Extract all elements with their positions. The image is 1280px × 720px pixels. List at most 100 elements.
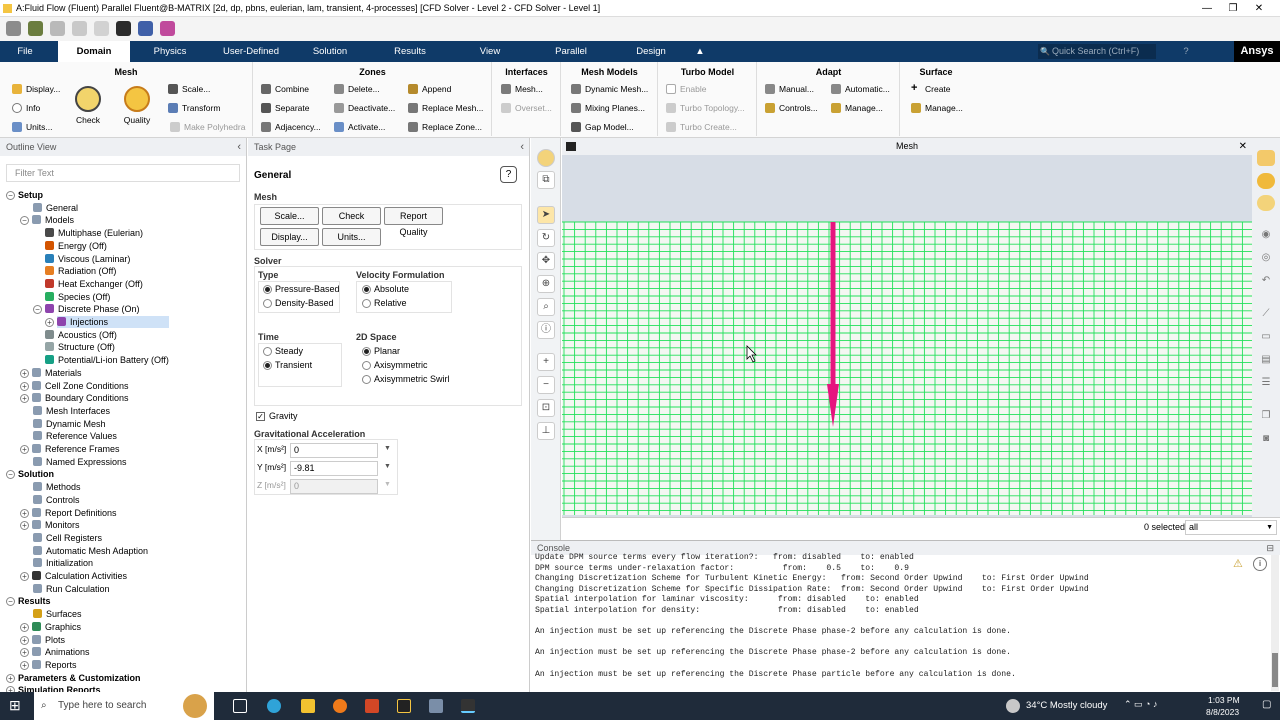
firefox-icon[interactable] xyxy=(333,699,347,713)
axisymmetric-swirl-radio[interactable]: Axisymmetric Swirl xyxy=(360,373,450,385)
collapse-task-icon[interactable]: ‹ xyxy=(520,138,524,156)
tree-expander-icon[interactable]: − xyxy=(6,191,15,200)
tree-node[interactable]: Acoustics (Off) xyxy=(45,329,117,341)
tree-expander-icon[interactable]: + xyxy=(20,445,29,454)
console-scrollbar[interactable] xyxy=(1271,555,1279,691)
make-polyhedra-button[interactable]: Make Polyhedra xyxy=(170,120,245,134)
tree-node[interactable]: Graphics xyxy=(32,621,81,633)
tree-node[interactable]: Viscous (Laminar) xyxy=(45,253,130,265)
chart-icon[interactable] xyxy=(138,21,153,36)
copy-icon[interactable]: ⧉ xyxy=(537,171,555,189)
tree-node[interactable]: Controls xyxy=(33,494,80,506)
tree-expander-icon[interactable]: + xyxy=(20,660,29,670)
x-gravity-input[interactable]: 0 xyxy=(290,443,378,458)
tree-node[interactable]: Report Definitions xyxy=(32,507,117,519)
density-based-radio[interactable]: Density-Based xyxy=(261,297,334,309)
tree-expander-icon[interactable]: − xyxy=(33,305,42,315)
manual-adapt-button[interactable]: Manual... xyxy=(765,82,814,96)
file-explorer-icon[interactable] xyxy=(301,699,315,713)
zoom-icon[interactable]: ⊕ xyxy=(537,275,555,293)
z-gravity-dropdown[interactable]: ▼ xyxy=(384,481,391,488)
tree-node[interactable]: Reference Values xyxy=(33,430,117,442)
tree-node[interactable]: Multiphase (Eulerian) xyxy=(45,227,143,239)
view-icon[interactable]: ◎ xyxy=(1257,250,1275,266)
transient-radio[interactable]: Transient xyxy=(261,359,312,371)
tab-design[interactable]: Design xyxy=(620,41,682,62)
tab-file[interactable]: File xyxy=(6,41,44,62)
display-button[interactable]: Display... xyxy=(12,82,60,96)
tab-view[interactable]: View xyxy=(462,41,518,62)
x-gravity-dropdown[interactable]: ▼ xyxy=(384,445,391,452)
gap-model-button[interactable]: Gap Model... xyxy=(571,120,634,134)
collapse-ribbon-icon[interactable]: ▲ xyxy=(692,41,708,62)
close-graphics-icon[interactable]: ✕ xyxy=(1239,138,1247,155)
dynamic-mesh-button[interactable]: Dynamic Mesh... xyxy=(571,82,648,96)
tree-node[interactable]: Radiation (Off) xyxy=(45,265,116,277)
cloud-icon[interactable] xyxy=(1257,173,1275,189)
adjacency-button[interactable]: Adjacency... xyxy=(261,120,321,134)
tree-expander-icon[interactable]: + xyxy=(45,318,54,327)
tree-node[interactable]: Setup xyxy=(18,189,43,201)
selection-filter-select[interactable]: all ▼ xyxy=(1185,520,1277,535)
workbench-icon[interactable] xyxy=(116,21,131,36)
cat-widget-icon[interactable] xyxy=(183,694,207,718)
tree-node[interactable]: Potential/Li-ion Battery (Off) xyxy=(45,354,169,366)
surface-manage-button[interactable]: Manage... xyxy=(911,101,963,115)
record-view-icon[interactable]: ◙ xyxy=(1257,431,1275,447)
tree-node[interactable]: Calculation Activities xyxy=(32,570,127,582)
copy-view-icon[interactable]: ❐ xyxy=(1257,408,1275,424)
overset-button[interactable]: Overset... xyxy=(501,101,552,115)
y-gravity-input[interactable]: -9.81 xyxy=(290,461,378,476)
tree-node[interactable]: Reports xyxy=(32,659,77,671)
axisymmetric-radio[interactable]: Axisymmetric xyxy=(360,359,428,371)
tree-expander-icon[interactable]: + xyxy=(20,381,29,391)
powerpoint-icon[interactable] xyxy=(365,699,379,713)
tab-physics[interactable]: Physics xyxy=(140,41,200,62)
tree-node[interactable]: Energy (Off) xyxy=(45,240,107,252)
warning-icon[interactable]: ⚠ xyxy=(1233,557,1249,571)
z-gravity-input[interactable]: 0 xyxy=(290,479,378,494)
windows-start-icon[interactable]: ⊞ xyxy=(9,697,21,714)
report-quality-button[interactable]: Report Quality xyxy=(384,207,443,237)
replace-zone-button[interactable]: Replace Zone... xyxy=(408,120,482,134)
interface-mesh-button[interactable]: Mesh... xyxy=(501,82,543,96)
record-icon[interactable] xyxy=(94,21,109,36)
units-task-button[interactable]: Units... xyxy=(322,228,381,246)
restore-button[interactable]: ❐ xyxy=(1220,0,1246,16)
tree-node[interactable]: Models xyxy=(32,214,74,226)
pan-icon[interactable]: ✥ xyxy=(537,252,555,270)
turbo-enable-checkbox[interactable]: Enable xyxy=(666,82,706,96)
quality-button[interactable]: Quality xyxy=(118,86,156,125)
help-icon[interactable]: ? xyxy=(1178,41,1194,62)
legend-icon[interactable]: ☰ xyxy=(1257,375,1275,391)
console-menu-icon[interactable]: ⊟ xyxy=(1266,541,1274,555)
quick-search-input[interactable]: Quick Search (Ctrl+F) xyxy=(1038,44,1156,59)
tree-node[interactable]: Named Expressions xyxy=(33,456,127,468)
steady-radio[interactable]: Steady xyxy=(261,345,303,357)
tree-node[interactable]: Surfaces xyxy=(33,608,82,620)
select-pointer-icon[interactable]: ➤ xyxy=(537,206,555,224)
adapt-manage-button[interactable]: Manage... xyxy=(831,101,883,115)
tab-user-defined[interactable]: User-Defined xyxy=(212,41,290,62)
tree-expander-icon[interactable]: − xyxy=(6,597,15,607)
tree-node[interactable]: Initialization xyxy=(33,557,93,569)
scale-task-button[interactable]: Scale... xyxy=(260,207,319,225)
plot-icon[interactable]: ⟋ xyxy=(1257,306,1275,322)
gear-icon[interactable] xyxy=(6,21,21,36)
tab-parallel[interactable]: Parallel xyxy=(540,41,602,62)
separate-button[interactable]: Separate xyxy=(261,101,310,115)
tree-node[interactable]: Species (Off) xyxy=(45,291,110,303)
tree-node[interactable]: Monitors xyxy=(32,519,80,531)
tree-node[interactable]: Automatic Mesh Adaption xyxy=(33,545,148,557)
turbo-create-button[interactable]: Turbo Create... xyxy=(666,120,737,134)
tree-node[interactable]: Cell Zone Conditions xyxy=(32,380,129,392)
display-task-button[interactable]: Display... xyxy=(260,228,319,246)
scale-button[interactable]: Scale... xyxy=(168,82,210,96)
tree-node[interactable]: Discrete Phase (On) xyxy=(45,303,140,315)
tree-expander-icon[interactable]: + xyxy=(20,648,29,658)
undo-icon[interactable]: ↶ xyxy=(1257,273,1275,289)
relative-radio[interactable]: Relative xyxy=(360,297,407,309)
pressure-based-radio[interactable]: Pressure-Based xyxy=(261,283,340,295)
tree-node[interactable]: Boundary Conditions xyxy=(32,392,129,404)
task-view-icon[interactable] xyxy=(233,699,247,713)
